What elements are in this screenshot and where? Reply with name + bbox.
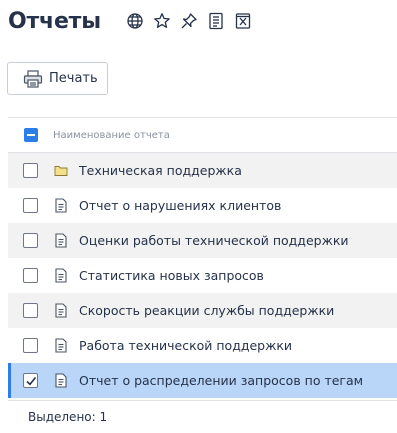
pin-icon[interactable] bbox=[178, 10, 201, 33]
report-icon bbox=[53, 268, 69, 284]
table-row[interactable]: Статистика новых запросов bbox=[8, 258, 397, 293]
row-checkbox[interactable] bbox=[23, 233, 38, 248]
row-label: Отчет о нарушениях клиентов bbox=[79, 198, 282, 213]
header-actions bbox=[124, 10, 255, 33]
report-icon bbox=[53, 373, 69, 389]
reports-table: Наименование отчета Техническая поддержк… bbox=[8, 117, 397, 398]
table-row[interactable]: Отчет о распределении запросов по тегам bbox=[8, 363, 397, 398]
row-label: Техническая поддержка bbox=[79, 163, 242, 178]
row-checkbox[interactable] bbox=[23, 303, 38, 318]
print-button[interactable]: Печать bbox=[7, 62, 108, 95]
row-checkbox[interactable] bbox=[23, 163, 38, 178]
table-row[interactable]: Скорость реакции службы поддержки bbox=[8, 293, 397, 328]
row-checkbox[interactable] bbox=[23, 268, 38, 283]
row-checkbox[interactable] bbox=[23, 198, 38, 213]
table-body: Техническая поддержка Отчет о нарушениях … bbox=[8, 153, 397, 398]
page-header: Отчеты bbox=[8, 6, 255, 36]
selected-count: Выделено: 1 bbox=[28, 410, 108, 424]
report-icon bbox=[53, 303, 69, 319]
row-checkbox[interactable] bbox=[23, 373, 38, 388]
folder-icon bbox=[53, 163, 69, 179]
report-icon bbox=[53, 338, 69, 354]
printer-icon bbox=[23, 69, 43, 88]
row-label: Оценки работы технической поддержки bbox=[79, 233, 349, 248]
column-header-name: Наименование отчета bbox=[53, 129, 170, 141]
selection-status: Выделено: 1 bbox=[8, 400, 397, 433]
row-label: Статистика новых запросов bbox=[79, 268, 264, 283]
row-checkbox[interactable] bbox=[23, 338, 38, 353]
row-label: Отчет о распределении запросов по тегам bbox=[79, 373, 364, 388]
table-row[interactable]: Работа технической поддержки bbox=[8, 328, 397, 363]
table-row[interactable]: Оценки работы технической поддержки bbox=[8, 223, 397, 258]
report-icon bbox=[53, 198, 69, 214]
star-icon[interactable] bbox=[151, 10, 174, 33]
row-label: Работа технической поддержки bbox=[79, 338, 293, 353]
print-button-label: Печать bbox=[49, 71, 98, 86]
globe-icon[interactable] bbox=[124, 10, 147, 33]
table-row[interactable]: Техническая поддержка bbox=[8, 153, 397, 188]
row-label: Скорость реакции службы поддержки bbox=[79, 303, 335, 318]
select-all-checkbox[interactable] bbox=[23, 128, 38, 142]
document-list-icon[interactable] bbox=[205, 10, 228, 33]
page-title: Отчеты bbox=[8, 8, 101, 34]
table-header: Наименование отчета bbox=[8, 117, 397, 153]
table-row[interactable]: Отчет о нарушениях клиентов bbox=[8, 188, 397, 223]
report-icon bbox=[53, 233, 69, 249]
excel-icon[interactable] bbox=[232, 10, 255, 33]
